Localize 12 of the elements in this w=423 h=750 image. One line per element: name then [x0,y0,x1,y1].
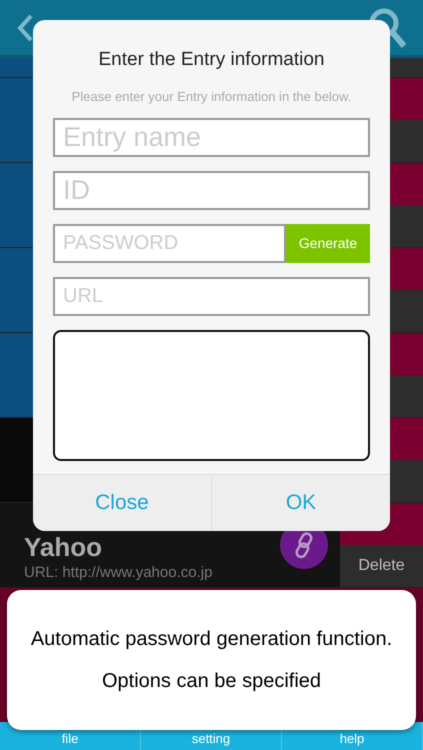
caption-text: Automatic password generation function. [30,627,392,652]
caption-text: Options can be specified [102,669,322,694]
delete-button[interactable]: Delete [340,545,423,587]
memo-field[interactable] [53,330,370,461]
dialog-title: Enter the Entry information [98,48,324,72]
close-button[interactable]: Close [33,475,211,531]
back-icon[interactable] [16,12,34,42]
entry-title: Yahoo [24,533,104,562]
generate-button[interactable]: Generate [286,224,370,263]
dialog-subtitle: Please enter your Entry information in the below. [72,88,352,106]
ok-button[interactable]: OK [211,475,390,531]
entry-url: URL: http://www.yahoo.co.jp [24,562,214,583]
